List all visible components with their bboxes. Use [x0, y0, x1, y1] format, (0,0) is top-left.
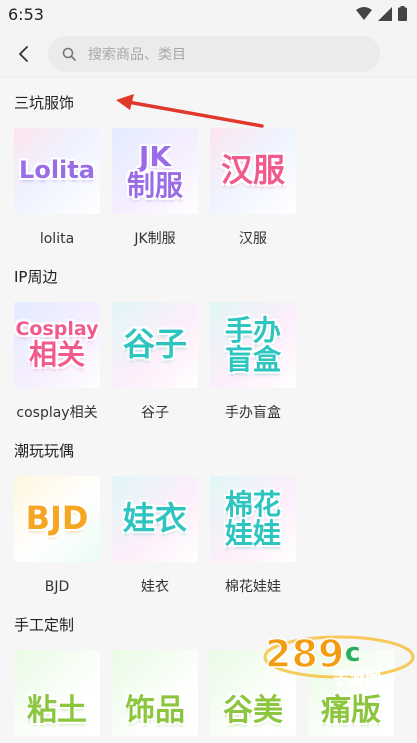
category-tile-jk-uniform[interactable]: JK 制服 JK制服: [112, 128, 198, 248]
category-tile-hanfu[interactable]: 汉服 汉服: [210, 128, 296, 248]
search-input[interactable]: [88, 46, 358, 62]
category-thumbnail: JK 制服: [112, 128, 198, 214]
section-title: 三坑服饰: [14, 94, 75, 112]
category-thumbnail: Cosplay 相关: [14, 302, 100, 388]
section-title: 手工定制: [14, 616, 75, 634]
category-tile-gumei[interactable]: 谷美: [210, 650, 296, 736]
thumbnail-art-text: 棉花: [224, 487, 281, 521]
thumbnail-art-text: 饰品: [125, 693, 185, 729]
thumbnail-art-text: 谷子: [122, 325, 187, 364]
category-thumbnail: 手办 盲盒: [210, 302, 296, 388]
category-tile-cotton-doll[interactable]: 棉花 娃娃 棉花娃娃: [210, 476, 296, 596]
category-list: 三坑服饰 Lolita lolita JK 制服 JK制服 汉服 汉服 IP周边 …: [0, 80, 417, 736]
thumbnail-art-text: 谷美: [223, 693, 283, 729]
thumbnail-art-text: 娃衣: [122, 499, 187, 538]
category-tile-clay[interactable]: 粘土: [14, 650, 100, 736]
category-tile-itaban[interactable]: 痛版: [308, 650, 394, 736]
chevron-left-icon: [19, 46, 28, 62]
category-thumbnail: BJD: [14, 476, 100, 562]
category-label: 汉服: [239, 231, 267, 247]
search-icon: [60, 45, 78, 63]
category-tile-cosplay[interactable]: Cosplay 相关 cosplay相关: [14, 302, 100, 422]
wifi-icon: [356, 6, 372, 20]
thumbnail-art-text: BJD: [25, 499, 89, 538]
section-ip-merch: IP周边 Cosplay 相关 cosplay相关 谷子 谷子 手办 盲盒 手办盲盒: [14, 267, 417, 422]
category-label: 手办盲盒: [225, 405, 281, 421]
search-box[interactable]: [48, 36, 380, 72]
thumbnail-art-text: 制服: [126, 169, 183, 202]
status-icons: [356, 6, 407, 21]
category-tile-accessories[interactable]: 饰品: [112, 650, 198, 736]
category-label: 娃衣: [141, 579, 169, 595]
section-title: IP周边: [14, 268, 58, 286]
signal-icon: [378, 6, 392, 21]
category-tile-guzi[interactable]: 谷子 谷子: [112, 302, 198, 422]
category-thumbnail: 痛版: [308, 650, 394, 736]
search-header: [0, 30, 417, 78]
category-label: lolita: [39, 231, 75, 247]
thumbnail-art-text: 相关: [28, 338, 85, 372]
category-thumbnail: 粘土: [14, 650, 100, 736]
category-label: cosplay相关: [16, 405, 98, 421]
thumbnail-art-text: 盲盒: [224, 343, 281, 376]
category-label: 棉花娃娃: [225, 579, 281, 595]
status-bar: 6:53: [0, 0, 417, 30]
section-title: 潮玩玩偶: [14, 442, 75, 460]
section-trendy-dolls: 潮玩玩偶 BJD BJD 娃衣 娃衣 棉花 娃娃 棉花娃娃: [14, 441, 417, 596]
category-label: 谷子: [141, 405, 169, 421]
category-thumbnail: Lolita: [14, 128, 100, 214]
category-label: JK制服: [134, 231, 176, 247]
category-thumbnail: 谷美: [210, 650, 296, 736]
thumbnail-art-text: 手办: [224, 313, 281, 347]
back-button[interactable]: [10, 40, 38, 68]
category-tile-lolita[interactable]: Lolita lolita: [14, 128, 100, 248]
category-grid: Cosplay 相关 cosplay相关 谷子 谷子 手办 盲盒 手办盲盒: [14, 302, 417, 422]
category-tile-doll-clothes[interactable]: 娃衣 娃衣: [112, 476, 198, 596]
status-time: 6:53: [8, 5, 44, 24]
category-thumbnail: 棉花 娃娃: [210, 476, 296, 562]
section-sankeng-clothing: 三坑服饰 Lolita lolita JK 制服 JK制服 汉服 汉服: [14, 93, 417, 248]
category-label: BJD: [44, 579, 70, 595]
category-grid: Lolita lolita JK 制服 JK制服 汉服 汉服: [14, 128, 417, 248]
category-tile-figure-blindbox[interactable]: 手办 盲盒 手办盲盒: [210, 302, 296, 422]
category-tile-bjd[interactable]: BJD BJD: [14, 476, 100, 596]
category-grid: 粘土 饰品 谷美 痛版: [14, 650, 417, 736]
battery-icon: [398, 6, 407, 21]
thumbnail-art-text: 粘土: [27, 693, 87, 729]
category-thumbnail: 饰品: [112, 650, 198, 736]
section-handmade-custom: 手工定制 粘土 饰品 谷美 痛版: [14, 615, 417, 736]
category-thumbnail: 汉服: [210, 128, 296, 214]
thumbnail-art-text: Lolita: [19, 156, 95, 185]
thumbnail-art-text: 娃娃: [224, 517, 281, 550]
thumbnail-art-text: 痛版: [321, 693, 381, 729]
thumbnail-art-text: 汉服: [220, 151, 285, 190]
thumbnail-art-text: JK: [138, 139, 172, 173]
category-grid: BJD BJD 娃衣 娃衣 棉花 娃娃 棉花娃娃: [14, 476, 417, 596]
category-thumbnail: 谷子: [112, 302, 198, 388]
category-thumbnail: 娃衣: [112, 476, 198, 562]
